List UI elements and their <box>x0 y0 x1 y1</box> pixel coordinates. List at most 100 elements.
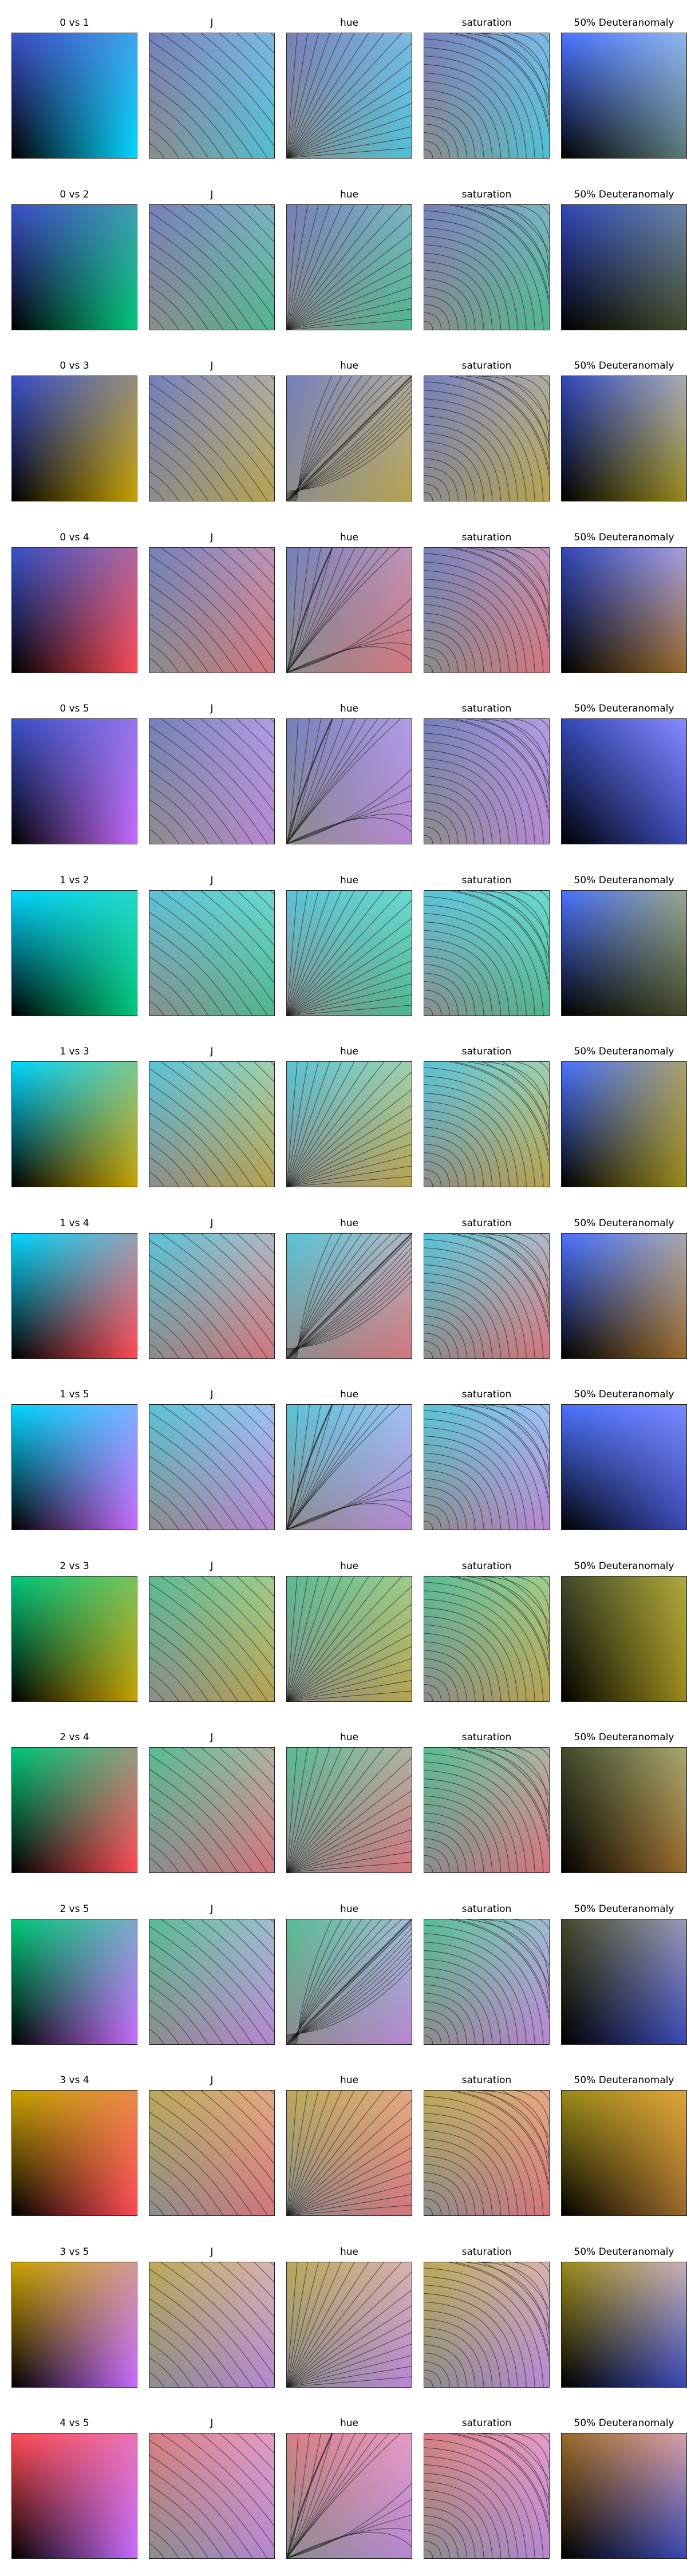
panel-title: 50% Deuteranomaly <box>574 703 674 714</box>
panel-title: saturation <box>461 2417 512 2429</box>
heatmap-fill-top <box>287 1576 412 1701</box>
heatmap-fill-top <box>149 1576 274 1701</box>
heatmap-fill-top <box>12 2091 137 2215</box>
panel-title: J <box>210 360 214 372</box>
panel-svg <box>287 1233 412 1358</box>
panel-svg <box>12 1748 137 1872</box>
panel-title: J <box>210 2417 214 2429</box>
panel-svg <box>424 1405 549 1530</box>
saturation-contour-panel <box>424 2090 550 2216</box>
deuteranomaly-panel <box>561 1575 687 1702</box>
panel-title: 3 vs 5 <box>60 2246 89 2258</box>
deuteranomaly-panel <box>561 204 687 330</box>
panel-svg <box>287 719 412 844</box>
panel-svg <box>12 2091 137 2215</box>
deuteranomaly-panel <box>561 2261 687 2388</box>
panel-title: 50% Deuteranomaly <box>574 188 674 200</box>
color-gradient-panel <box>11 376 137 501</box>
color-gradient-panel <box>11 1575 137 1702</box>
heatmap-fill-top <box>287 719 412 844</box>
heatmap-fill-top <box>149 204 274 330</box>
panel-svg <box>562 2262 686 2387</box>
panel-title: 50% Deuteranomaly <box>574 2246 674 2258</box>
saturation-contour-panel <box>424 718 550 844</box>
panel-title: J <box>210 1389 214 1400</box>
panel-svg <box>287 204 412 330</box>
panel-title: J <box>210 1217 214 1229</box>
panel-title: saturation <box>461 1560 512 1572</box>
panel-title: 1 vs 2 <box>60 874 89 886</box>
panel-svg <box>149 2262 274 2387</box>
panel-title: J <box>210 703 214 714</box>
lightness-contour-panel <box>149 1747 275 1873</box>
heatmap-fill-top <box>562 2433 686 2558</box>
heatmap-fill-top <box>12 376 137 501</box>
panel-title: 1 vs 5 <box>60 1389 89 1400</box>
panel-svg <box>424 547 549 673</box>
lightness-contour-panel <box>149 2433 275 2559</box>
heatmap-fill-top <box>424 719 549 844</box>
panel-title: hue <box>339 2246 358 2258</box>
heatmap-fill-top <box>12 1748 137 1872</box>
panel-svg <box>12 2262 137 2387</box>
panel-svg <box>287 1748 412 1872</box>
panel-title: saturation <box>461 1217 512 1229</box>
panel-svg <box>12 1233 137 1358</box>
panel-svg <box>12 204 137 330</box>
deuteranomaly-panel <box>561 890 687 1016</box>
deuteranomaly-panel <box>561 718 687 844</box>
hue-contour-panel <box>286 890 412 1016</box>
panel-svg <box>424 890 549 1016</box>
panel-svg <box>287 2091 412 2215</box>
panel-title: saturation <box>461 1903 512 1915</box>
panel-title: hue <box>339 2417 358 2429</box>
hue-contour-panel <box>286 2261 412 2388</box>
panel-svg <box>149 1062 274 1187</box>
lightness-contour-panel <box>149 2090 275 2216</box>
panel-svg <box>12 719 137 844</box>
panel-svg <box>562 204 686 330</box>
panel-svg <box>562 1576 686 1701</box>
color-gradient-panel <box>11 2090 137 2216</box>
panel-title: saturation <box>461 2246 512 2258</box>
panel-title: hue <box>339 1732 358 1743</box>
heatmap-fill-top <box>149 1405 274 1530</box>
panel-svg <box>562 547 686 673</box>
heatmap-fill-top <box>562 1405 686 1530</box>
heatmap-fill-top <box>424 33 549 158</box>
hue-contour-panel <box>286 2433 412 2559</box>
saturation-contour-panel <box>424 1404 550 1530</box>
deuteranomaly-panel <box>561 2090 687 2216</box>
panel-title: hue <box>339 531 358 543</box>
saturation-contour-panel <box>424 1918 550 2045</box>
color-gradient-panel <box>11 2433 137 2559</box>
panel-svg <box>287 376 412 501</box>
lightness-contour-panel <box>149 1404 275 1530</box>
heatmap-fill-top <box>287 547 412 673</box>
hue-contour-panel <box>286 1747 412 1873</box>
color-gradient-panel <box>11 1061 137 1187</box>
panel-svg <box>562 1233 686 1358</box>
heatmap-fill-top <box>287 890 412 1016</box>
heatmap-fill-top <box>12 1233 137 1358</box>
panel-title: 50% Deuteranomaly <box>574 531 674 543</box>
heatmap-fill-top <box>562 376 686 501</box>
deuteranomaly-panel <box>561 376 687 501</box>
panel-svg <box>12 2433 137 2558</box>
panel-svg <box>562 1062 686 1187</box>
panel-svg <box>562 1748 686 1872</box>
panel-title: 50% Deuteranomaly <box>574 1389 674 1400</box>
heatmap-fill-top <box>12 2433 137 2558</box>
heatmap-fill-top <box>287 2262 412 2387</box>
panel-title: 0 vs 3 <box>60 360 89 372</box>
panel-svg <box>149 1576 274 1701</box>
lightness-contour-panel <box>149 890 275 1016</box>
panel-title: 2 vs 5 <box>60 1903 89 1915</box>
heatmap-fill-top <box>424 376 549 501</box>
panel-svg <box>149 1233 274 1358</box>
panel-svg <box>562 33 686 158</box>
heatmap-fill-top <box>149 1233 274 1358</box>
panel-title: hue <box>339 1389 358 1400</box>
heatmap-fill-top <box>424 1748 549 1872</box>
panel-title: 0 vs 4 <box>60 531 89 543</box>
